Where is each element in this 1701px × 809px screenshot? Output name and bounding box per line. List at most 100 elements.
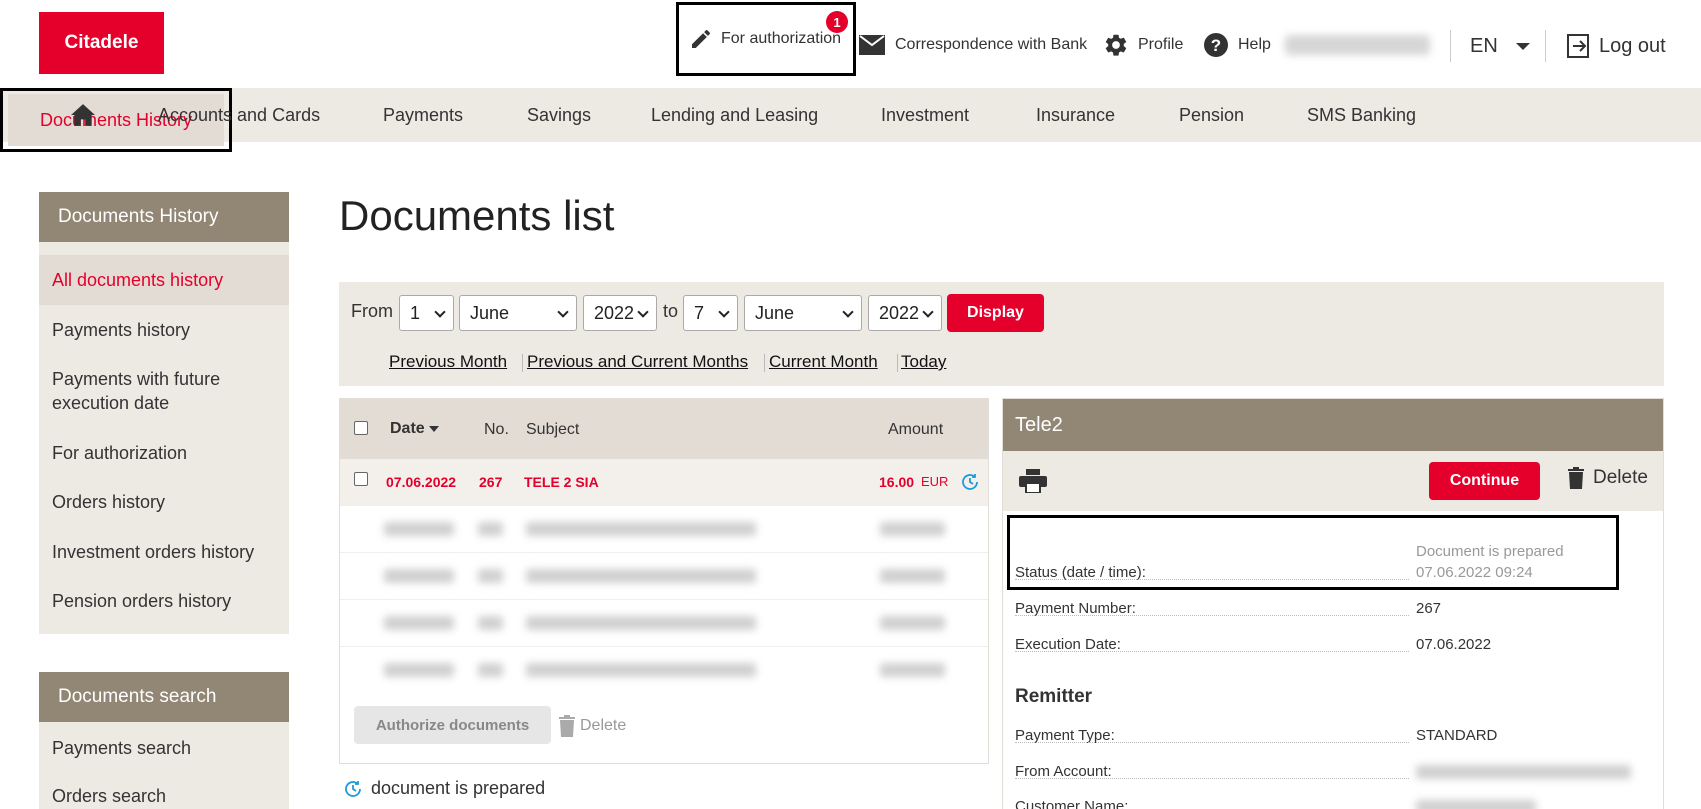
to-year-value: 2022 xyxy=(879,302,920,323)
table-row-blurred xyxy=(340,552,988,599)
logout-icon xyxy=(1567,34,1589,58)
execution-date-value: 07.06.2022 xyxy=(1416,636,1492,653)
previous-month-link[interactable]: Previous Month xyxy=(389,352,507,372)
row-subject: TELE 2 SIA xyxy=(524,474,599,490)
language-selector[interactable]: EN xyxy=(1470,30,1530,62)
sidebar-item-payments-search[interactable]: Payments search xyxy=(39,724,289,772)
row-currency: EUR xyxy=(921,474,949,489)
documents-table: Date No. Subject Amount 07.06.2022 267 T… xyxy=(339,398,989,764)
row-date: 07.06.2022 xyxy=(386,474,457,490)
table-header: Date No. Subject Amount xyxy=(340,399,988,459)
clock-status-icon xyxy=(345,780,361,797)
logout-label: Log out xyxy=(1599,34,1666,57)
header-divider xyxy=(1545,30,1546,62)
continue-button[interactable]: Continue xyxy=(1429,462,1540,500)
blurred-value xyxy=(526,663,756,677)
sidebar-item-payments-history[interactable]: Payments history xyxy=(39,305,289,354)
status-value: Document is prepared xyxy=(1416,543,1564,560)
authorize-documents-button[interactable]: Authorize documents xyxy=(354,706,551,744)
previous-and-current-months-link[interactable]: Previous and Current Months xyxy=(527,352,748,372)
from-year-select[interactable]: 2022 xyxy=(583,295,657,331)
logout-button[interactable]: Log out xyxy=(1565,30,1666,62)
language-label: EN xyxy=(1470,34,1498,57)
nav-accounts-and-cards[interactable]: Accounts and Cards xyxy=(158,88,320,142)
chevron-down-icon xyxy=(434,306,446,318)
status-legend: document is prepared xyxy=(343,778,545,799)
from-year-value: 2022 xyxy=(594,302,635,323)
to-month-select[interactable]: June xyxy=(744,295,862,331)
to-day-select[interactable]: 7 xyxy=(683,295,738,331)
link-divider xyxy=(522,354,523,372)
blurred-value xyxy=(526,569,756,583)
from-month-select[interactable]: June xyxy=(459,295,577,331)
sidebar-documents-history-header: Documents History xyxy=(39,192,289,242)
header-divider xyxy=(1450,30,1451,62)
pencil-icon xyxy=(692,29,711,48)
status-timestamp: 07.06.2022 09:24 xyxy=(1416,564,1533,581)
delete-document-label: Delete xyxy=(1593,467,1648,488)
correspondence-button[interactable]: Correspondence with Bank xyxy=(858,30,1087,60)
caret-down-icon xyxy=(1515,42,1530,50)
help-button[interactable]: ? Help xyxy=(1203,30,1271,60)
table-row-blurred xyxy=(340,599,988,646)
customer-name-value-blurred xyxy=(1416,800,1536,809)
blurred-value xyxy=(478,522,503,536)
nav-pension[interactable]: Pension xyxy=(1179,88,1244,142)
chevron-down-icon xyxy=(718,306,730,318)
dotted-leader xyxy=(1015,778,1409,779)
sidebar-history-list: All documents history Payments history P… xyxy=(39,242,289,634)
for-authorization-button[interactable]: For authorization 1 xyxy=(676,2,856,76)
select-all-checkbox[interactable] xyxy=(354,421,368,435)
to-month-value: June xyxy=(755,302,795,323)
nav-investment[interactable]: Investment xyxy=(881,88,969,142)
blurred-value xyxy=(526,522,756,536)
date-filter: From 1 June 2022 to 7 June 2022 Display … xyxy=(339,282,1664,386)
help-label: Help xyxy=(1238,36,1271,53)
sidebar-item-investment-orders-history[interactable]: Investment orders history xyxy=(39,527,289,576)
nav-sms-banking[interactable]: SMS Banking xyxy=(1307,88,1416,142)
delete-selected-label: Delete xyxy=(580,717,627,734)
remitter-heading: Remitter xyxy=(1015,686,1093,707)
sidebar-item-future-payments[interactable]: Payments with future execution date xyxy=(39,354,289,428)
nav-payments[interactable]: Payments xyxy=(383,88,463,142)
date-header-label: Date xyxy=(390,420,425,437)
from-day-select[interactable]: 1 xyxy=(399,295,454,331)
blurred-value xyxy=(880,569,945,583)
sidebar-documents-search-header: Documents search xyxy=(39,672,289,722)
from-account-value-blurred xyxy=(1416,765,1631,779)
link-divider xyxy=(897,354,898,372)
profile-button[interactable]: Profile xyxy=(1103,30,1183,60)
svg-text:?: ? xyxy=(1211,36,1221,55)
trash-icon xyxy=(559,715,575,737)
sidebar-item-pension-orders-history[interactable]: Pension orders history xyxy=(39,576,289,626)
sidebar-item-for-authorization[interactable]: For authorization xyxy=(39,428,289,477)
table-row-blurred xyxy=(340,505,988,552)
dotted-leader xyxy=(1015,651,1409,652)
home-button[interactable] xyxy=(70,88,96,142)
nav-savings[interactable]: Savings xyxy=(527,88,591,142)
dotted-leader xyxy=(1015,742,1409,743)
display-button[interactable]: Display xyxy=(947,294,1044,332)
today-link[interactable]: Today xyxy=(901,352,946,372)
home-icon xyxy=(71,104,95,126)
blurred-value xyxy=(478,663,503,677)
delete-selected-button[interactable]: Delete xyxy=(558,715,626,737)
help-icon: ? xyxy=(1204,33,1228,57)
to-year-select[interactable]: 2022 xyxy=(868,295,942,331)
nav-insurance[interactable]: Insurance xyxy=(1036,88,1115,142)
amount-column-header: Amount xyxy=(888,421,944,438)
sidebar-item-orders-search[interactable]: Orders search xyxy=(39,772,289,809)
row-checkbox[interactable] xyxy=(354,472,368,486)
authorization-count-badge: 1 xyxy=(826,11,848,33)
table-row[interactable]: 07.06.2022 267 TELE 2 SIA 16.00 EUR xyxy=(340,459,988,505)
date-column-header[interactable]: Date xyxy=(390,420,440,438)
profile-label: Profile xyxy=(1138,36,1184,53)
delete-document-button[interactable]: Delete xyxy=(1567,467,1648,489)
current-month-link[interactable]: Current Month xyxy=(769,352,878,372)
print-icon[interactable] xyxy=(1019,469,1047,493)
page-title: Documents list xyxy=(339,192,615,239)
sidebar-item-orders-history[interactable]: Orders history xyxy=(39,477,289,527)
sidebar-item-all-documents-history[interactable]: All documents history xyxy=(39,255,289,305)
nav-lending-and-leasing[interactable]: Lending and Leasing xyxy=(651,88,818,142)
subject-column-header: Subject xyxy=(526,421,580,438)
